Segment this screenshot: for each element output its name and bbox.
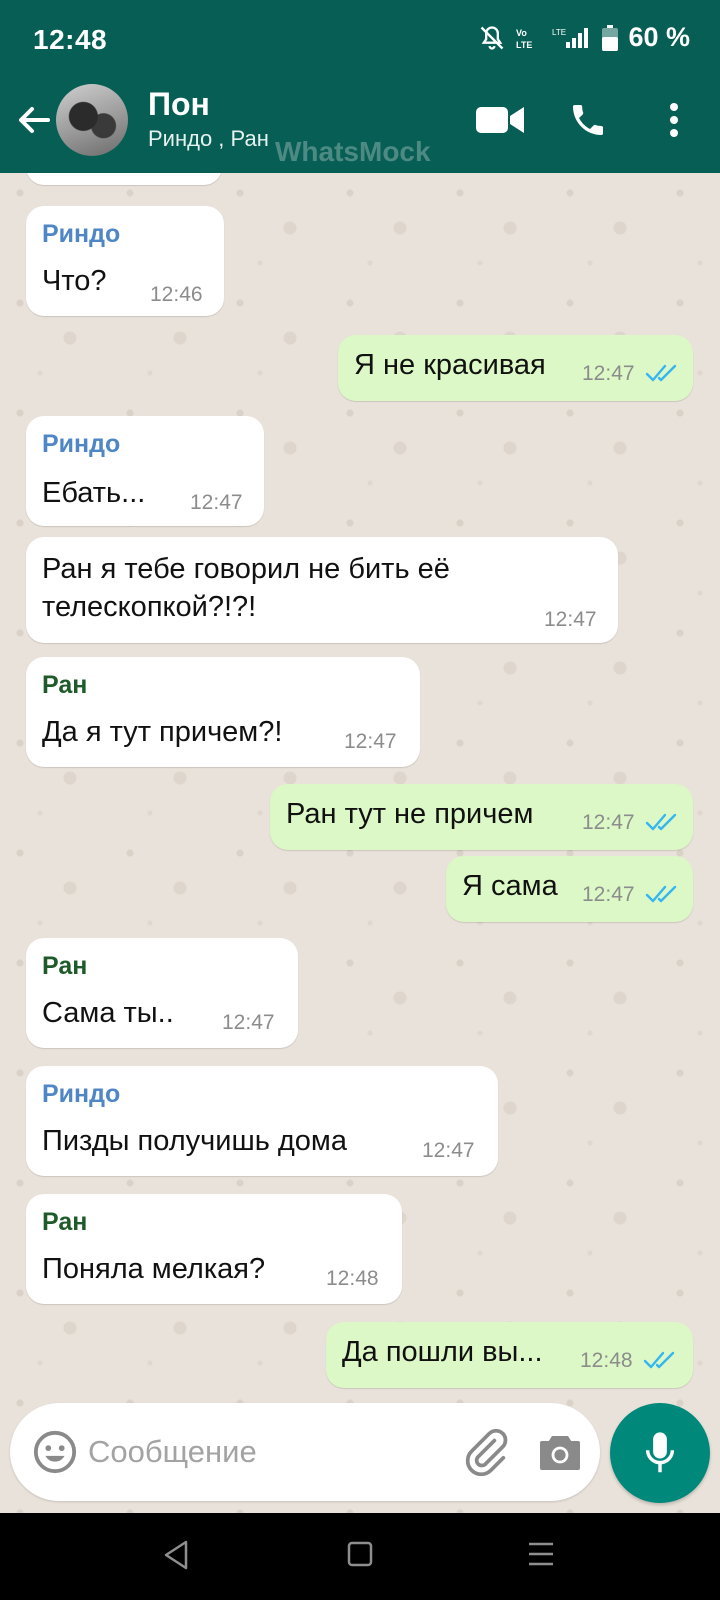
camera-button[interactable] bbox=[536, 1429, 584, 1475]
message-bubble-in[interactable]: Ран Поняла мелкая? 12:48 bbox=[26, 1194, 402, 1304]
message-bubble-in[interactable]: Ран Да я тут причем?! 12:47 bbox=[26, 657, 420, 767]
nav-home-icon[interactable] bbox=[347, 1541, 373, 1567]
message-bubble-in[interactable]: Ран я тебе говорил не бить её телескопко… bbox=[26, 537, 618, 643]
emoji-icon bbox=[33, 1430, 77, 1474]
message-time: 12:47 bbox=[344, 730, 397, 753]
sender-name: Ран bbox=[42, 671, 88, 699]
message-bubble-out[interactable]: Да пошли вы... 12:48 bbox=[326, 1322, 693, 1388]
status-time: 12:48 bbox=[33, 24, 108, 55]
read-receipt-icon bbox=[645, 885, 677, 903]
message-time: 12:47 bbox=[422, 1139, 475, 1162]
message-time: 12:47 bbox=[544, 608, 597, 631]
arrow-left-icon bbox=[19, 107, 50, 133]
message-bubble-in[interactable]: Риндо Ебать... 12:47 bbox=[26, 416, 264, 526]
chat-title[interactable]: Пон bbox=[148, 86, 210, 123]
video-camera-icon bbox=[476, 107, 524, 133]
sender-name: Риндо bbox=[42, 1080, 121, 1108]
message-bubble-out[interactable]: Я не красивая 12:47 bbox=[338, 335, 693, 401]
message-text: Поняла мелкая? bbox=[42, 1253, 266, 1285]
status-bar: 12:48 Vo LTE LTE 60 % bbox=[0, 0, 720, 80]
message-text: Ебать... bbox=[42, 477, 146, 509]
message-bubble-out[interactable]: Я сама 12:47 bbox=[446, 856, 693, 922]
message-time: 12:47 bbox=[582, 883, 635, 906]
nav-recents-icon[interactable] bbox=[528, 1541, 554, 1567]
message-time: 12:48 bbox=[580, 1349, 633, 1372]
group-avatar[interactable] bbox=[56, 84, 128, 156]
message-text: Пизды получишь дома bbox=[42, 1125, 347, 1157]
svg-text:LTE: LTE bbox=[552, 28, 566, 37]
video-call-button[interactable] bbox=[474, 98, 526, 142]
sender-name: Риндо bbox=[42, 430, 121, 458]
chat-header: Пон Риндо , Ран WhatsMock bbox=[0, 80, 720, 173]
more-options-button[interactable] bbox=[650, 98, 698, 142]
message-time: 12:47 bbox=[222, 1011, 275, 1034]
message-bubble-out[interactable]: Ран тут не причем 12:47 bbox=[270, 784, 693, 850]
message-text: Да пошли вы... bbox=[342, 1336, 543, 1368]
phone-icon bbox=[573, 105, 603, 135]
message-time: 12:46 bbox=[150, 283, 203, 306]
emoji-button[interactable] bbox=[32, 1429, 78, 1475]
svg-text:Vo: Vo bbox=[516, 28, 527, 38]
paperclip-icon bbox=[465, 1428, 508, 1477]
message-list[interactable]: Риндо Что? 12:46 Я не красивая 12:47 Рин… bbox=[0, 173, 720, 1513]
message-text: Я сама bbox=[462, 870, 558, 902]
message-input[interactable] bbox=[88, 1427, 388, 1477]
camera-icon bbox=[540, 1436, 580, 1470]
watermark: WhatsMock bbox=[275, 136, 431, 167]
message-bubble-in[interactable]: Риндо Пизды получишь дома 12:47 bbox=[26, 1066, 498, 1176]
voice-call-button[interactable] bbox=[562, 98, 614, 142]
message-composer bbox=[10, 1403, 600, 1501]
nav-back-icon[interactable] bbox=[162, 1539, 190, 1571]
svg-text:LTE: LTE bbox=[516, 40, 532, 50]
read-receipt-icon bbox=[645, 364, 677, 382]
message-text: Да я тут причем?! bbox=[42, 716, 283, 748]
message-bubble-partial bbox=[26, 173, 222, 185]
message-time: 12:47 bbox=[582, 811, 635, 834]
lte-signal-icon: LTE bbox=[552, 26, 592, 50]
battery-percent: 60 % bbox=[628, 22, 690, 52]
sender-name: Риндо bbox=[42, 220, 121, 248]
message-text: Я не красивая bbox=[354, 349, 546, 381]
read-receipt-icon bbox=[643, 1351, 675, 1369]
message-time: 12:47 bbox=[582, 362, 635, 385]
status-icons: Vo LTE LTE 60 % bbox=[478, 22, 690, 53]
message-time: 12:47 bbox=[190, 491, 243, 514]
message-time: 12:48 bbox=[326, 1267, 379, 1290]
message-text: Сама ты.. bbox=[42, 997, 174, 1029]
message-text: Ран тут не причем bbox=[286, 798, 534, 830]
back-button[interactable] bbox=[14, 100, 54, 140]
message-text: Что? bbox=[42, 265, 107, 297]
attach-button[interactable] bbox=[460, 1427, 510, 1477]
kebab-menu-icon bbox=[670, 103, 678, 137]
voice-message-button[interactable] bbox=[610, 1403, 710, 1503]
chat-participants[interactable]: Риндо , Ран bbox=[148, 126, 269, 152]
volte-icon: Vo LTE bbox=[516, 26, 542, 50]
message-bubble-in[interactable]: Риндо Что? 12:46 bbox=[26, 206, 224, 316]
system-nav-bar bbox=[0, 1513, 720, 1600]
battery-icon bbox=[602, 24, 619, 51]
sender-name: Ран bbox=[42, 1208, 88, 1236]
mute-notifications-icon bbox=[478, 24, 506, 52]
sender-name: Ран bbox=[42, 952, 88, 980]
microphone-icon bbox=[645, 1432, 675, 1473]
message-bubble-in[interactable]: Ран Сама ты.. 12:47 bbox=[26, 938, 298, 1048]
read-receipt-icon bbox=[645, 813, 677, 831]
message-text: Ран я тебе говорил не бить её телескопко… bbox=[42, 553, 450, 623]
